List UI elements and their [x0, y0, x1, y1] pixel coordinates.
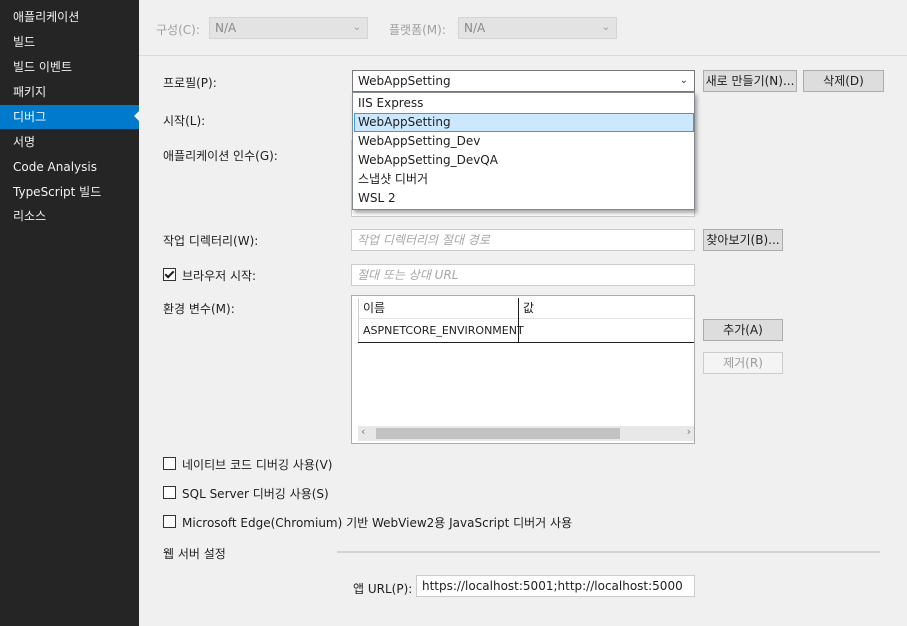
webview2-debug-label: Microsoft Edge(Chromium) 기반 WebView2용 Ja… — [182, 516, 573, 530]
delete-profile-button[interactable]: 삭제(D) — [803, 70, 884, 92]
browse-button[interactable]: 찾아보기(B)... — [703, 229, 783, 251]
new-profile-button[interactable]: 새로 만들기(N)... — [703, 70, 797, 92]
profile-select[interactable]: WebAppSetting ⌄ — [352, 70, 695, 92]
sidebar-item-build-events[interactable]: 빌드 이벤트 — [0, 56, 139, 78]
app-url-input[interactable]: https://localhost:5001;http://localhost:… — [416, 575, 695, 597]
launch-browser-label: 브라우저 시작: — [182, 269, 257, 283]
launch-label: 시작(L): — [163, 114, 206, 128]
sql-debug-checkbox[interactable] — [163, 486, 176, 499]
sql-debug-label: SQL Server 디버깅 사용(S) — [182, 487, 329, 501]
sidebar-nav: 애플리케이션 빌드 빌드 이벤트 패키지 디버그 서명 Code Analysi… — [0, 0, 140, 626]
scroll-right-icon[interactable]: › — [687, 425, 691, 438]
webview2-debug-checkbox[interactable] — [163, 515, 176, 528]
sidebar-item-package[interactable]: 패키지 — [0, 81, 139, 103]
chevron-down-icon: ⌄ — [679, 75, 688, 86]
dropdown-option[interactable]: WebAppSetting_DevQA — [354, 151, 694, 170]
column-header-name[interactable]: 이름 — [358, 298, 518, 319]
native-debug-label: 네이티브 코드 디버깅 사용(V) — [182, 458, 333, 472]
sidebar-item-label: 디버그 — [13, 110, 47, 124]
launch-url-input[interactable]: 절대 또는 상대 URL — [351, 264, 695, 286]
app-arguments-label: 애플리케이션 인수(G): — [163, 149, 278, 163]
column-header-value[interactable]: 값 — [518, 298, 694, 319]
platform-value: N/A — [464, 21, 486, 35]
sidebar-item-code-analysis[interactable]: Code Analysis — [0, 156, 139, 178]
dropdown-option[interactable]: WSL 2 — [354, 189, 694, 208]
environment-variables-grid[interactable]: 이름 값 ASPNETCORE_ENVIRONMENT ‹ › — [351, 295, 695, 444]
dropdown-option-selected[interactable]: WebAppSetting — [354, 113, 694, 132]
web-server-section-title: 웹 서버 설정 — [163, 547, 226, 561]
app-url-label: 앱 URL(P): — [353, 582, 413, 596]
sidebar-item-signing[interactable]: 서명 — [0, 131, 139, 153]
profile-value: WebAppSetting — [358, 74, 451, 88]
dropdown-option[interactable]: IIS Express — [354, 94, 694, 113]
sidebar-item-debug[interactable]: 디버그 — [0, 105, 140, 129]
dropdown-option[interactable]: 스냅샷 디버거 — [354, 170, 694, 189]
grid-row-divider — [358, 342, 694, 343]
platform-label: 플랫폼(M): — [389, 23, 446, 37]
sidebar-item-resources[interactable]: 리소스 — [0, 205, 139, 227]
chevron-down-icon: ⌄ — [352, 22, 361, 33]
remove-variable-button[interactable]: 제거(R) — [703, 352, 783, 374]
chevron-down-icon: ⌄ — [601, 22, 610, 33]
checkmark-icon — [164, 268, 175, 279]
scroll-left-icon[interactable]: ‹ — [361, 425, 365, 438]
profile-dropdown-list[interactable]: IIS Express WebAppSetting WebAppSetting_… — [352, 92, 695, 210]
working-directory-input[interactable]: 작업 디렉터리의 절대 경로 — [351, 229, 695, 251]
native-debug-checkbox[interactable] — [163, 457, 176, 470]
sidebar-item-typescript-build[interactable]: TypeScript 빌드 — [0, 181, 139, 203]
sidebar-item-application[interactable]: 애플리케이션 — [0, 6, 139, 28]
configuration-select: N/A ⌄ — [209, 17, 368, 39]
profile-label: 프로필(P): — [163, 76, 217, 90]
dropdown-option[interactable]: WebAppSetting_Dev — [354, 132, 694, 151]
configuration-value: N/A — [215, 21, 237, 35]
header-divider — [139, 55, 907, 56]
add-variable-button[interactable]: 추가(A) — [703, 319, 783, 341]
launch-browser-checkbox[interactable] — [163, 268, 176, 281]
env-var-value-cell[interactable] — [518, 319, 694, 343]
working-directory-label: 작업 디렉터리(W): — [163, 234, 259, 248]
sidebar-item-build[interactable]: 빌드 — [0, 31, 139, 53]
platform-select: N/A ⌄ — [458, 17, 617, 39]
section-divider — [337, 551, 880, 553]
horizontal-scrollbar[interactable]: ‹ › — [358, 425, 694, 441]
environment-variables-label: 환경 변수(M): — [163, 302, 235, 316]
configuration-label: 구성(C): — [156, 23, 200, 37]
env-var-name-cell[interactable]: ASPNETCORE_ENVIRONMENT — [358, 319, 524, 343]
scrollbar-thumb[interactable] — [376, 428, 620, 439]
